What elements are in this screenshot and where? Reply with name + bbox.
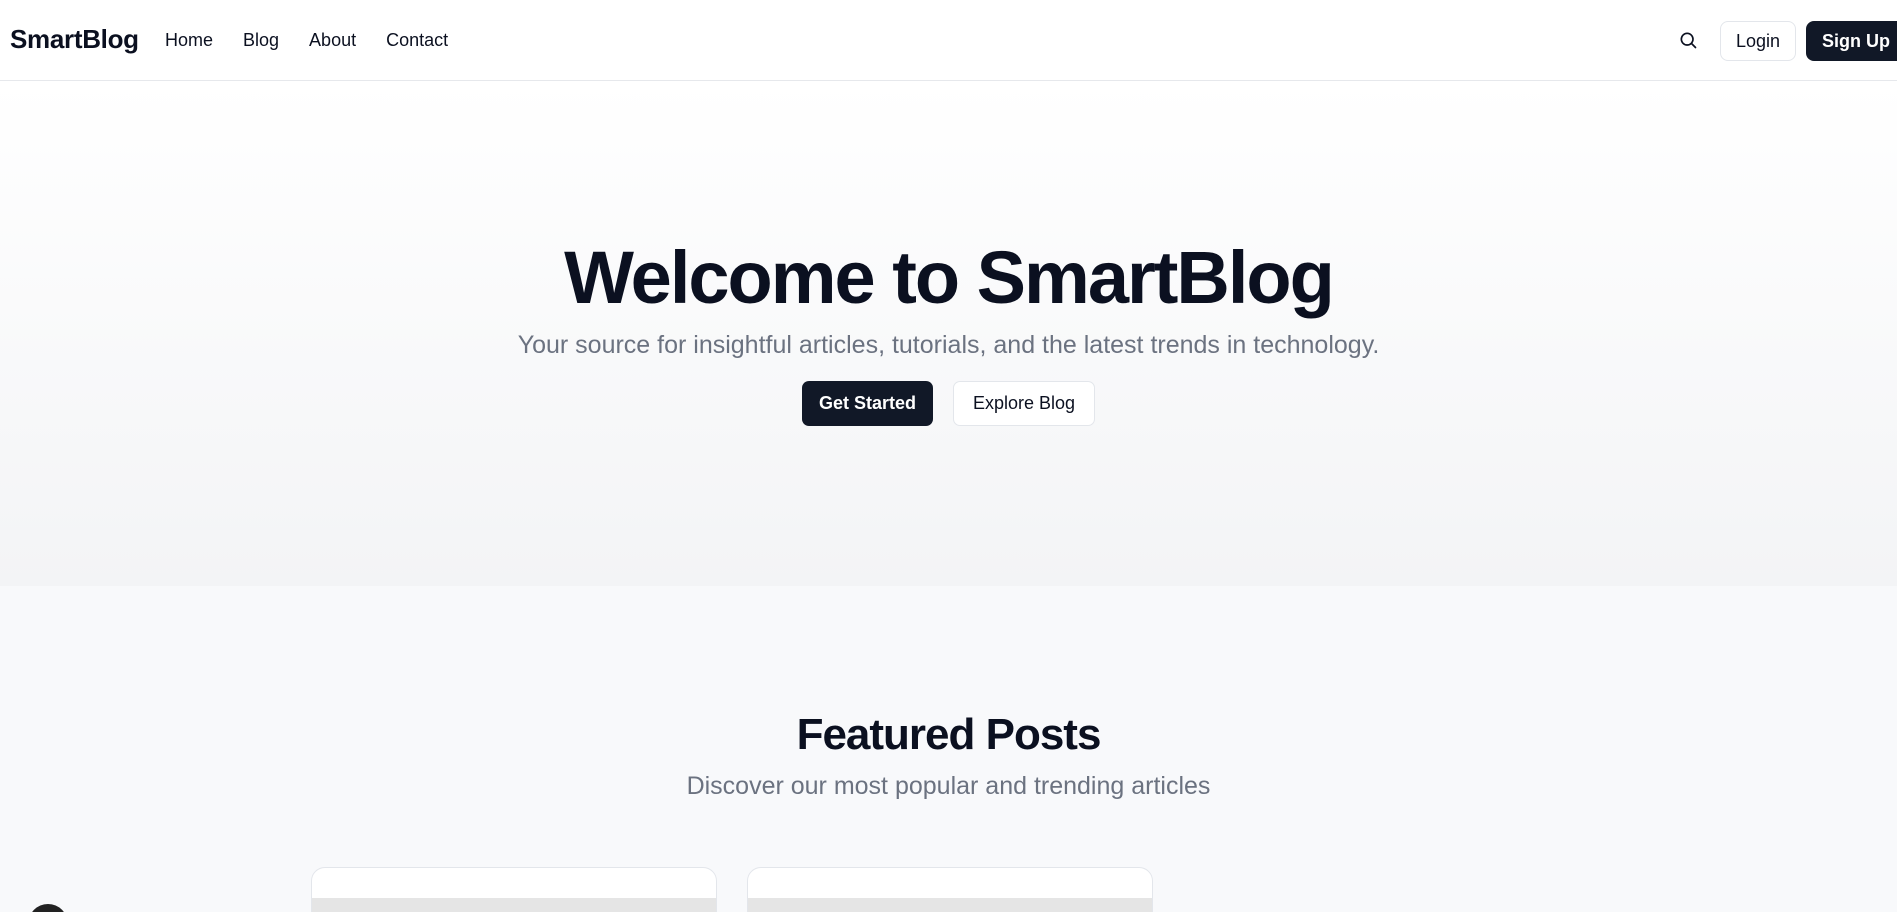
featured-title: Featured Posts (796, 710, 1102, 759)
site-header: SmartBlog Home Blog About Contact Login … (0, 0, 1897, 81)
nav-item-home[interactable]: Home (165, 30, 213, 51)
nav-item-contact[interactable]: Contact (386, 30, 448, 51)
main-nav: Home Blog About Contact (165, 30, 448, 51)
featured-subtitle: Discover our most popular and trending a… (686, 772, 1211, 800)
post-card[interactable] (311, 867, 717, 912)
hero-subtitle: Your source for insightful articles, tut… (517, 331, 1380, 359)
signup-button[interactable]: Sign Up (1806, 21, 1897, 61)
featured-section: Featured Posts Discover our most popular… (0, 586, 1897, 912)
post-card[interactable] (747, 867, 1153, 912)
nav-item-about[interactable]: About (309, 30, 356, 51)
login-button[interactable]: Login (1720, 21, 1796, 61)
hero-title: Welcome to SmartBlog (564, 236, 1335, 319)
search-icon (1680, 32, 1697, 49)
brand-logo[interactable]: SmartBlog (10, 24, 139, 55)
search-button[interactable] (1676, 28, 1700, 52)
get-started-button[interactable]: Get Started (802, 381, 933, 426)
hero-actions: Get Started Explore Blog (0, 381, 1897, 426)
post-card-image (312, 898, 716, 912)
nav-item-blog[interactable]: Blog (243, 30, 279, 51)
hero-section: Welcome to SmartBlog Your source for ins… (0, 81, 1897, 586)
post-card-image (748, 898, 1152, 912)
explore-blog-button[interactable]: Explore Blog (953, 381, 1095, 426)
